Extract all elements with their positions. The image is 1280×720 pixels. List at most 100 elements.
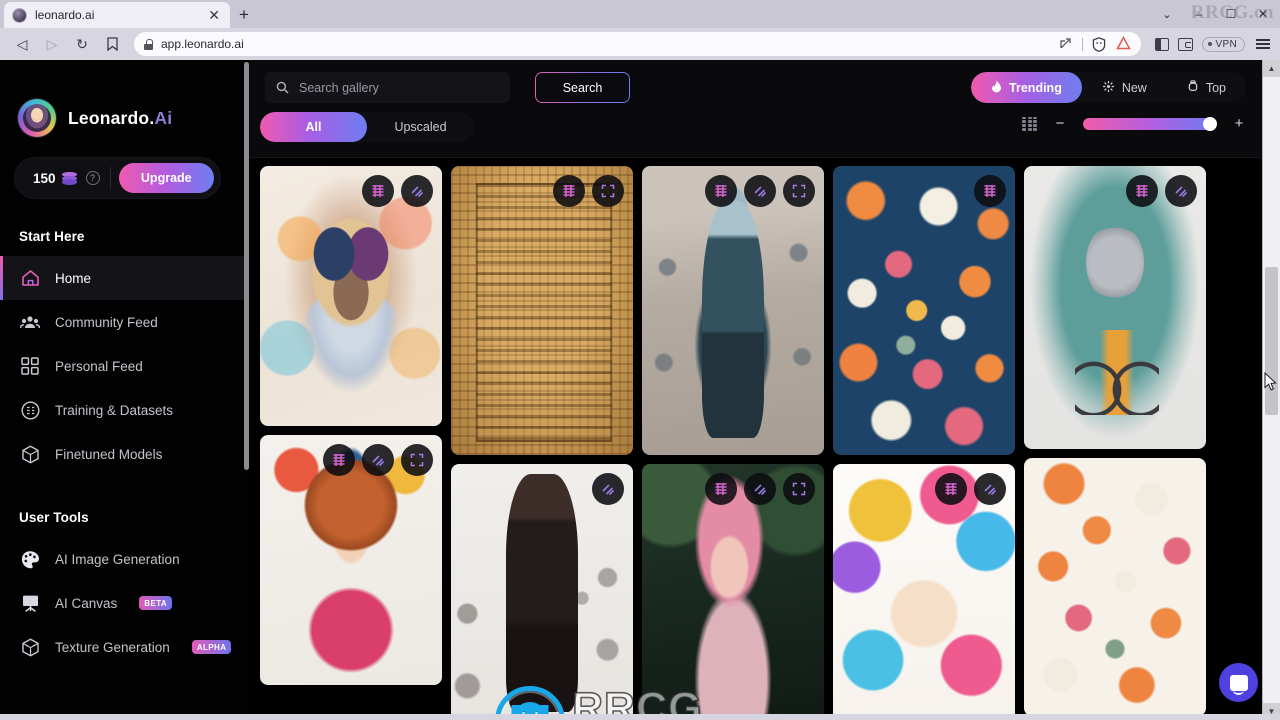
remix-icon[interactable] (705, 175, 737, 207)
gallery-columns (260, 166, 1246, 720)
tab-new[interactable]: New (1082, 72, 1167, 103)
sidebar-item-training-datasets[interactable]: Training & Datasets (0, 388, 249, 432)
scrollbar-thumb[interactable] (1265, 267, 1278, 415)
filter-tabs: All Upscaled (260, 112, 474, 142)
brave-triangle-icon[interactable] (1115, 35, 1131, 53)
palette-icon (19, 548, 41, 570)
variation-icon[interactable] (362, 444, 394, 476)
expand-icon[interactable] (783, 175, 815, 207)
variation-icon[interactable] (592, 473, 624, 505)
sidebar-section-start-here: Start Here (19, 229, 85, 244)
texture-cube-icon (19, 636, 41, 658)
address-bar[interactable]: app.leonardo.ai (134, 32, 1141, 56)
grid-layout-icon[interactable] (1022, 116, 1037, 131)
tab-strip: leonardo.ai ✕ + ⌄ – ☐ ✕ RRCG.cn (0, 0, 1280, 28)
remix-icon[interactable] (362, 175, 394, 207)
reload-button[interactable]: ↻ (68, 31, 96, 57)
vpn-toggle[interactable]: VPN (1201, 36, 1245, 52)
sidebar-item-label: Home (55, 270, 92, 286)
gallery-card-watercolor-lion-sunglasses[interactable] (260, 166, 442, 426)
remix-icon[interactable] (323, 444, 355, 476)
back-button[interactable]: ◁ (8, 31, 36, 57)
card-action-bar (705, 175, 815, 207)
search-box[interactable] (265, 72, 510, 103)
sort-label: New (1121, 80, 1147, 95)
gallery-card-koala-riding-bicycle[interactable] (1024, 166, 1206, 449)
tab-all[interactable]: All (260, 112, 367, 142)
gallery-card-pink-haired-fantasy-woman[interactable] (642, 464, 824, 720)
new-tab-button[interactable]: + (230, 2, 258, 28)
remix-icon[interactable] (553, 175, 585, 207)
zoom-in-button[interactable]: + (1232, 116, 1246, 131)
scroll-up-arrow-icon[interactable]: ▲ (1263, 60, 1280, 77)
variation-icon[interactable] (974, 473, 1006, 505)
intercom-chat-button[interactable] (1219, 663, 1258, 702)
card-action-bar (362, 175, 433, 207)
sidebar-item-personal-feed[interactable]: Personal Feed (0, 344, 249, 388)
vpn-label: VPN (1215, 38, 1237, 50)
zoom-slider[interactable] (1083, 116, 1217, 131)
hamburger-menu-icon[interactable] (1254, 37, 1272, 51)
expand-icon[interactable] (592, 175, 624, 207)
expand-icon[interactable] (783, 473, 815, 505)
gallery-card-dark-sorceress-character-sheet[interactable] (451, 464, 633, 720)
sort-label: Top (1205, 80, 1226, 95)
card-artwork (642, 166, 824, 455)
variation-icon[interactable] (744, 473, 776, 505)
search-button[interactable]: Search (535, 72, 630, 103)
sidebar-item-community-feed[interactable]: Community Feed (0, 300, 249, 344)
zoom-out-button[interactable]: − (1053, 116, 1067, 131)
variation-icon[interactable] (401, 175, 433, 207)
gallery-card-light-floral-pattern[interactable] (1024, 458, 1206, 716)
gallery-column (833, 166, 1015, 720)
brave-shields-icon[interactable] (1092, 36, 1107, 52)
close-window-button[interactable]: ✕ (1248, 0, 1278, 28)
remix-icon[interactable] (705, 473, 737, 505)
variation-icon[interactable] (744, 175, 776, 207)
sidebar-item-ai-image-generation[interactable]: AI Image Generation (0, 537, 249, 581)
remix-icon[interactable] (935, 473, 967, 505)
card-artwork (1024, 166, 1206, 449)
browser-tab-leonardo[interactable]: leonardo.ai ✕ (4, 2, 230, 28)
variation-icon[interactable] (1165, 175, 1197, 207)
gallery-card-egyptian-hieroglyph-wall[interactable] (451, 166, 633, 455)
maximize-window-button[interactable]: ☐ (1216, 0, 1246, 28)
sidebar-item-home[interactable]: Home (0, 256, 249, 300)
page-scrollbar[interactable]: ▲ ▼ (1262, 60, 1280, 720)
app-brand[interactable]: Leonardo.Ai (0, 60, 249, 137)
sidebar-item-label: AI Image Generation (55, 551, 180, 567)
gallery-card-orange-blue-floral-pattern[interactable] (833, 166, 1015, 455)
tab-upscaled[interactable]: Upscaled (367, 112, 474, 142)
grid-feed-icon (19, 355, 41, 377)
forward-button[interactable]: ▷ (38, 31, 66, 57)
tab-search-chevron-down-icon[interactable]: ⌄ (1152, 0, 1182, 28)
card-action-bar (705, 473, 815, 505)
card-action-bar (553, 175, 624, 207)
help-question-icon[interactable]: ? (85, 171, 100, 185)
sidebar-panel-icon[interactable] (1154, 37, 1169, 51)
remix-icon[interactable] (974, 175, 1006, 207)
close-tab-icon[interactable]: ✕ (206, 8, 222, 22)
sidebar-item-finetuned-models[interactable]: Finetuned Models (0, 432, 249, 476)
tab-top[interactable]: Top (1167, 72, 1246, 103)
intercom-chat-icon (1229, 674, 1248, 695)
gallery-card-colorful-girl-glasses-hoodie[interactable] (260, 435, 442, 685)
share-icon[interactable] (1059, 36, 1073, 52)
upgrade-button[interactable]: Upgrade (118, 163, 214, 193)
tab-trending[interactable]: Trending (971, 72, 1082, 103)
minimize-window-button[interactable]: – (1184, 0, 1214, 28)
scrollbar-track[interactable] (1263, 77, 1280, 703)
search-input[interactable] (299, 80, 499, 95)
gallery-card-rainbow-hair-portrait[interactable] (833, 464, 1015, 720)
bookmark-icon[interactable] (98, 31, 126, 57)
gallery-card-blue-haired-warrior-woman[interactable] (642, 166, 824, 455)
sidebar-item-texture-generation[interactable]: Texture Generation ALPHA (0, 625, 249, 669)
remix-icon[interactable] (1126, 175, 1158, 207)
expand-icon[interactable] (401, 444, 433, 476)
image-gallery (249, 158, 1262, 720)
zoom-slider-handle[interactable] (1203, 116, 1217, 131)
wallet-icon[interactable] (1177, 37, 1193, 51)
gallery-column (451, 166, 633, 720)
search-area: Search (265, 72, 630, 103)
sidebar-item-ai-canvas[interactable]: AI Canvas BETA (0, 581, 249, 625)
